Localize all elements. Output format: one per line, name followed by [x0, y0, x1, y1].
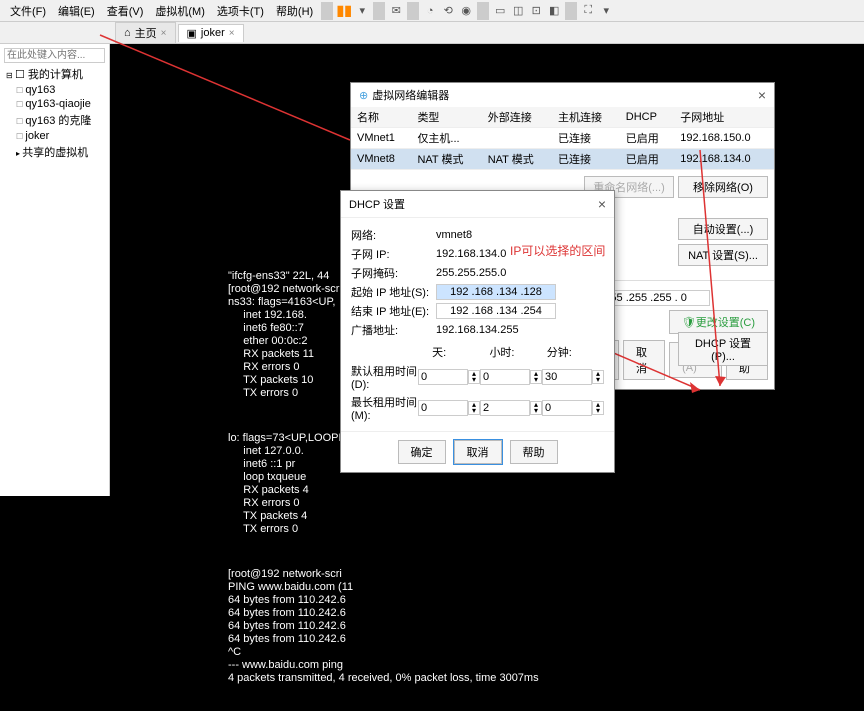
mask-label: 子网掩码: — [351, 265, 436, 281]
max-hours-input[interactable] — [480, 400, 530, 416]
max-lease-label: 最长租用时间(M): — [351, 394, 418, 422]
ok-button[interactable]: 确定 — [398, 440, 446, 464]
menu-edit[interactable]: 编辑(E) — [52, 1, 101, 21]
menu-view[interactable]: 查看(V) — [101, 1, 150, 21]
minutes-header: 分钟: — [547, 344, 604, 360]
dhcp-title: DHCP 设置 — [349, 196, 405, 212]
tab-home[interactable]: ⌂ 主页 × — [115, 22, 176, 43]
layout3-icon[interactable]: ⊡ — [527, 2, 545, 20]
col-name[interactable]: 名称 — [351, 107, 411, 128]
vm-icon: ▣ — [187, 27, 197, 40]
col-type[interactable]: 类型 — [411, 107, 481, 128]
tree-shared[interactable]: 共享的虚拟机 — [4, 143, 105, 161]
broadcast-label: 广播地址: — [351, 322, 436, 338]
revert-icon[interactable]: ⟲ — [439, 2, 457, 20]
change-settings-button[interactable]: 🛡更改设置(C) — [669, 310, 768, 334]
days-header: 天: — [432, 344, 489, 360]
globe-icon: ⊕ — [359, 89, 368, 102]
sidebar: ☐ 我的计算机 qy163 qy163-qiaojie qy163 的克隆 jo… — [0, 44, 110, 496]
vne-title: 虚拟网络编辑器 — [372, 87, 449, 103]
snapshot-icon[interactable]: ◔ — [421, 2, 439, 20]
layout4-icon[interactable]: ◧ — [545, 2, 563, 20]
send-icon[interactable]: ✉ — [387, 2, 405, 20]
end-ip-input[interactable] — [436, 303, 556, 319]
auto-settings-button[interactable]: 自动设置(...) — [678, 218, 768, 240]
tree-item[interactable]: qy163 的克隆 — [4, 111, 105, 129]
nat-settings-button[interactable]: NAT 设置(S)... — [678, 244, 768, 266]
cancel-button[interactable]: 取消 — [623, 340, 665, 380]
subnet-mask-input[interactable] — [600, 290, 710, 306]
default-days-input[interactable] — [418, 369, 468, 385]
fullscreen-icon[interactable]: ⛶ — [579, 2, 597, 20]
tree-item[interactable]: qy163 — [4, 83, 105, 97]
hours-header: 小时: — [489, 344, 546, 360]
menu-tabs[interactable]: 选项卡(T) — [211, 1, 270, 21]
tree-item[interactable]: qy163-qiaojie — [4, 97, 105, 111]
remove-network-button[interactable]: 移除网络(O) — [678, 176, 768, 198]
network-label: 网络: — [351, 227, 436, 243]
broadcast-value: 192.168.134.255 — [436, 324, 604, 336]
mask-value: 255.255.255.0 — [436, 267, 604, 279]
layout1-icon[interactable]: ▭ — [491, 2, 509, 20]
shield-icon: 🛡 — [682, 317, 696, 329]
network-value: vmnet8 — [436, 229, 604, 241]
close-icon[interactable]: × — [161, 28, 167, 39]
tree-item[interactable]: joker — [4, 129, 105, 143]
manage-icon[interactable]: ◉ — [457, 2, 475, 20]
spinner-icon[interactable]: ▴▾ — [592, 370, 604, 384]
cancel-button[interactable]: 取消 — [454, 440, 502, 464]
spinner-icon[interactable]: ▴▾ — [592, 401, 604, 415]
dropdown-icon[interactable]: ▾ — [353, 2, 371, 20]
table-row[interactable]: VMnet1仅主机... 已连接已启用192.168.150.0 — [351, 128, 774, 149]
pause-icon[interactable]: ▮▮ — [335, 2, 353, 20]
default-minutes-input[interactable] — [542, 369, 592, 385]
menu-help[interactable]: 帮助(H) — [270, 1, 319, 21]
spinner-icon[interactable]: ▴▾ — [530, 370, 542, 384]
max-minutes-input[interactable] — [542, 400, 592, 416]
col-subnet[interactable]: 子网地址 — [674, 107, 774, 128]
dhcp-settings-dialog: DHCP 设置 × 网络:vmnet8 子网 IP:192.168.134.0 … — [340, 190, 615, 473]
spinner-icon[interactable]: ▴▾ — [468, 401, 480, 415]
help-button[interactable]: 帮助 — [510, 440, 558, 464]
col-ext[interactable]: 外部连接 — [482, 107, 552, 128]
tree-root[interactable]: ☐ 我的计算机 — [4, 65, 105, 83]
layout2-icon[interactable]: ◫ — [509, 2, 527, 20]
menu-vm[interactable]: 虚拟机(M) — [149, 1, 211, 21]
menu-file[interactable]: 文件(F) — [4, 1, 52, 21]
unity-icon[interactable]: ▾ — [597, 2, 615, 20]
home-icon: ⌂ — [124, 27, 131, 39]
subnet-label: 子网 IP: — [351, 246, 436, 262]
tab-bar: ⌂ 主页 × ▣ joker × — [0, 22, 864, 44]
col-dhcp[interactable]: DHCP — [620, 107, 674, 128]
annotation-text: IP可以选择的区间 — [510, 242, 605, 259]
menubar: 文件(F) 编辑(E) 查看(V) 虚拟机(M) 选项卡(T) 帮助(H) ▮▮… — [0, 0, 864, 22]
table-row[interactable]: VMnet8NAT 模式NAT 模式 已连接已启用192.168.134.0 — [351, 149, 774, 170]
spinner-icon[interactable]: ▴▾ — [468, 370, 480, 384]
network-table: 名称 类型 外部连接 主机连接 DHCP 子网地址 VMnet1仅主机... 已… — [351, 107, 774, 170]
close-icon[interactable]: × — [229, 28, 235, 39]
end-ip-label: 结束 IP 地址(E): — [351, 303, 436, 319]
max-days-input[interactable] — [418, 400, 468, 416]
col-host[interactable]: 主机连接 — [552, 107, 620, 128]
start-ip-input[interactable] — [436, 284, 556, 300]
close-icon[interactable]: × — [598, 196, 606, 212]
spinner-icon[interactable]: ▴▾ — [530, 401, 542, 415]
default-hours-input[interactable] — [480, 369, 530, 385]
default-lease-label: 默认租用时间(D): — [351, 363, 418, 391]
search-input[interactable] — [4, 48, 105, 63]
close-icon[interactable]: × — [758, 87, 766, 103]
dhcp-settings-button[interactable]: DHCP 设置(P)... — [678, 332, 768, 366]
tab-vm[interactable]: ▣ joker × — [178, 24, 244, 42]
start-ip-label: 起始 IP 地址(S): — [351, 284, 436, 300]
